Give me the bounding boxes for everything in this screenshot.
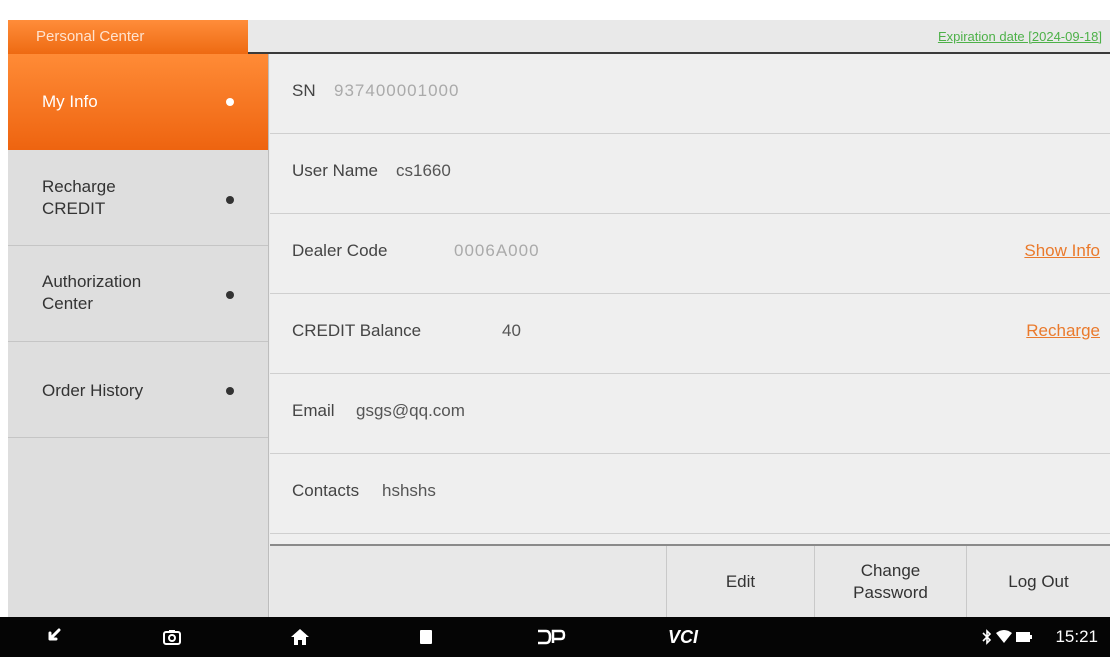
- dp-icon[interactable]: [536, 627, 566, 647]
- bullet-dot-icon: [226, 387, 234, 395]
- sn-row: SN 937400001000: [270, 54, 1110, 134]
- credit-balance-value: 40: [502, 321, 521, 340]
- email-value: gsgs@qq.com: [356, 401, 465, 420]
- sidebar-item-recharge-credit[interactable]: Recharge CREDIT: [8, 150, 268, 246]
- credit-balance-label: CREDIT Balance: [292, 321, 422, 340]
- bullet-dot-icon: [226, 291, 234, 299]
- bullet-dot-icon: [226, 196, 234, 204]
- personal-center-tab[interactable]: Personal Center: [8, 20, 248, 54]
- wifi-icon: [996, 627, 1012, 647]
- contacts-row: Contacts hshshs: [270, 454, 1110, 534]
- home-icon[interactable]: [290, 627, 310, 647]
- header-tab-title: Personal Center: [36, 28, 145, 45]
- vci-status[interactable]: VCI: [668, 627, 698, 648]
- screenshot-camera-icon[interactable]: [162, 627, 182, 647]
- contacts-label: Contacts: [292, 481, 360, 500]
- my-info-panel: SN 937400001000 User Name cs1660 Dealer …: [270, 54, 1110, 617]
- sidebar: My Info Recharge CREDIT Authorization Ce…: [8, 54, 269, 617]
- bluetooth-icon: [980, 627, 994, 647]
- sn-label: SN: [292, 81, 316, 100]
- email-label: Email: [292, 401, 335, 420]
- sn-value: 937400001000: [334, 81, 460, 100]
- dealer-code-label: Dealer Code: [292, 241, 388, 260]
- sidebar-item-authorization-center[interactable]: Authorization Center: [8, 246, 268, 342]
- system-nav-bar: VCI 15:21: [0, 617, 1110, 657]
- sidebar-item-my-info[interactable]: My Info: [8, 54, 268, 150]
- email-row: Email gsgs@qq.com: [270, 374, 1110, 454]
- edit-button[interactable]: Edit: [666, 546, 814, 617]
- sidebar-item-label: Order History: [42, 381, 144, 400]
- bullet-dot-icon: [226, 98, 234, 106]
- log-out-button[interactable]: Log Out: [966, 546, 1110, 617]
- username-label: User Name: [292, 161, 378, 180]
- change-password-button[interactable]: Change Password: [814, 546, 966, 617]
- username-row: User Name cs1660: [270, 134, 1110, 214]
- header-bar: Personal Center Expiration date [2024-09…: [8, 20, 1110, 54]
- sidebar-item-label: My Info: [42, 92, 98, 111]
- clock-time: 15:21: [1055, 627, 1098, 646]
- show-info-link[interactable]: Show Info: [1024, 241, 1100, 261]
- expiration-date: Expiration date [2024-09-18]: [937, 29, 1102, 44]
- back-icon[interactable]: [42, 627, 62, 647]
- battery-icon: [1016, 627, 1032, 647]
- contacts-value: hshshs: [382, 481, 436, 500]
- dealer-code-value: 0006A000: [454, 241, 540, 260]
- dealer-code-row: Dealer Code 0006A000 Show Info: [270, 214, 1110, 294]
- action-button-bar: Edit Change Password Log Out: [270, 544, 1110, 617]
- recharge-link[interactable]: Recharge: [1026, 321, 1100, 341]
- sidebar-item-label: Authorization Center: [42, 272, 142, 313]
- sidebar-item-order-history[interactable]: Order History: [8, 342, 268, 438]
- credit-balance-row: CREDIT Balance 40 Recharge: [270, 294, 1110, 374]
- app-frame: Personal Center Expiration date [2024-09…: [8, 20, 1110, 617]
- username-value: cs1660: [396, 161, 451, 180]
- recent-apps-icon[interactable]: [416, 627, 436, 647]
- sidebar-item-label: Recharge CREDIT: [42, 177, 116, 218]
